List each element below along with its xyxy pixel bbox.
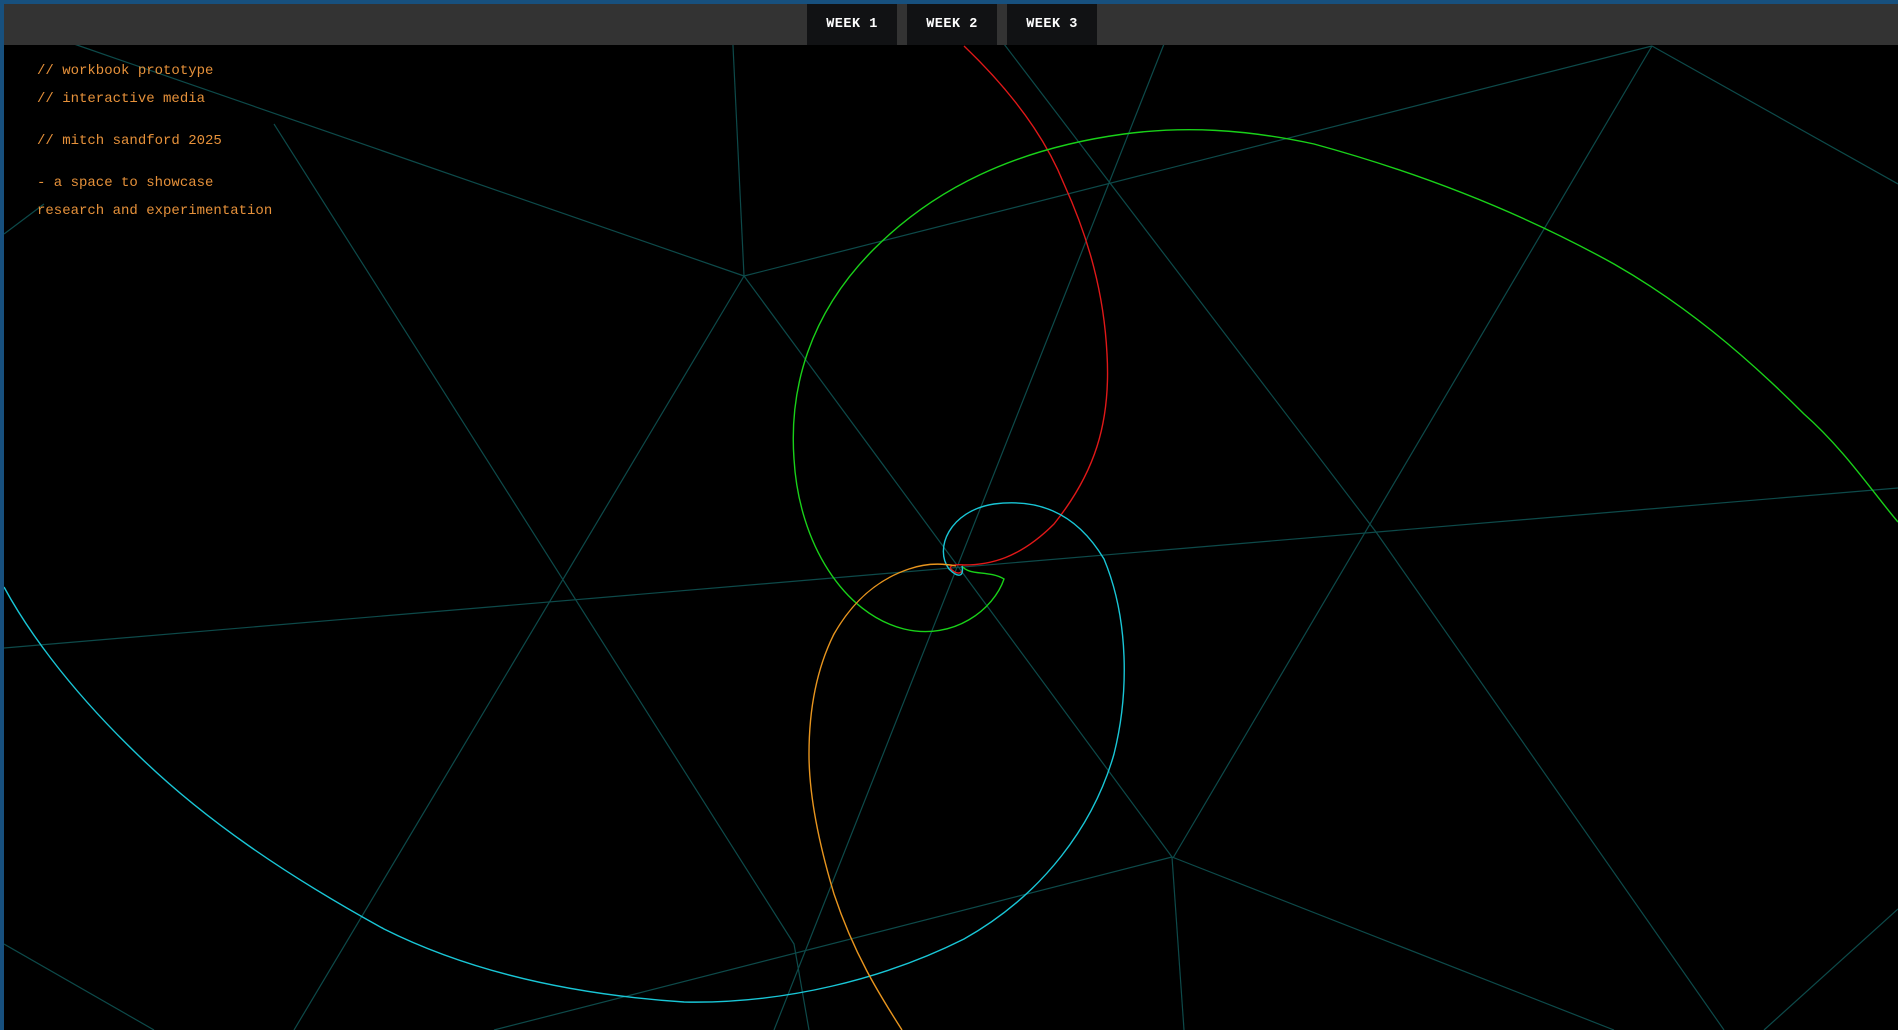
top-bar: WEEK 1 WEEK 2 WEEK 3 (4, 4, 1898, 45)
week-1-button[interactable]: WEEK 1 (807, 4, 897, 45)
intro-line-showcase: - a space to showcase (37, 175, 214, 191)
mesh-line (1763, 908, 1898, 1030)
intro-line-workbook: // workbook prototype (37, 63, 214, 79)
mesh-line (1651, 45, 1898, 185)
mesh-line (1003, 43, 1377, 533)
intro-line-research: research and experimentation (37, 203, 273, 219)
intro-line-author: // mitch sandford 2025 (37, 133, 222, 149)
week-nav: WEEK 1 WEEK 2 WEEK 3 (807, 4, 1097, 45)
week-3-button[interactable]: WEEK 3 (1007, 4, 1097, 45)
golden-spirals (4, 45, 1898, 1030)
intro-line-media: // interactive media (37, 91, 206, 107)
mesh-line (1171, 856, 1185, 1030)
mesh-line (1171, 856, 1615, 1030)
spiral-orange (808, 563, 957, 1030)
mesh-line (1172, 45, 1653, 859)
triangle-mesh (4, 4, 1898, 1030)
generative-canvas[interactable] (4, 4, 1898, 1030)
mesh-line (773, 43, 1165, 1030)
mesh-line (4, 943, 155, 1030)
mesh-line (273, 123, 810, 1030)
spiral-green (792, 128, 1898, 633)
spiral-red (949, 45, 1109, 574)
canvas-frame: WEEK 1 WEEK 2 WEEK 3 // workbook prototy… (4, 4, 1898, 1030)
mesh-line (1375, 531, 1725, 1030)
week-2-button[interactable]: WEEK 2 (907, 4, 997, 45)
mesh-line (493, 856, 1173, 1030)
mesh-line (743, 45, 1653, 277)
intro-text: // workbook prototype // interactive med… (37, 57, 272, 225)
